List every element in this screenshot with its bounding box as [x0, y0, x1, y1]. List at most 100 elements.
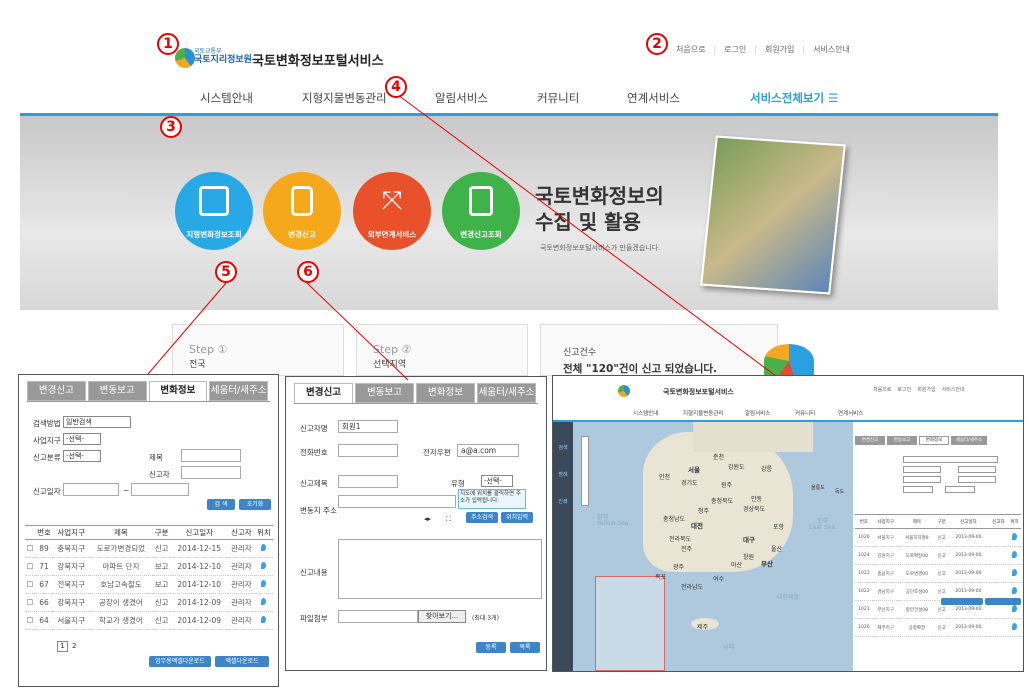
list-button[interactable]: 목록 — [510, 642, 540, 653]
excel-download-button[interactable] — [941, 598, 983, 605]
input-phone[interactable] — [338, 444, 398, 457]
expand-icon[interactable]: ⛶ — [446, 515, 451, 524]
input-date-to[interactable] — [945, 486, 975, 493]
tab-change-notice[interactable]: 변동보고 — [887, 436, 917, 445]
logo-icon[interactable] — [618, 385, 630, 397]
input-reporter-name[interactable]: 회원1 — [338, 420, 398, 433]
location-pin-icon[interactable] — [1012, 551, 1018, 558]
circle-report-query[interactable]: 변경신고조회 — [442, 172, 520, 250]
table-row[interactable]: ☐ 66 강북지구 공장이 생겼어 신고 2014-12-09 관리자 — [25, 593, 273, 612]
util-home-link[interactable]: 처음으로 — [873, 386, 891, 393]
location-pin-icon[interactable] — [1012, 533, 1018, 540]
circle-change-report[interactable]: 변경신고 — [263, 172, 341, 250]
location-pin-icon[interactable] — [261, 544, 267, 551]
tab-building-address[interactable]: 세움터/새주소 — [951, 436, 987, 445]
table-row[interactable]: ☐ 67 전북지구 호남고속철도 보고 2014-12-10 관리자 — [25, 575, 273, 594]
util-login-link[interactable]: 로그인 — [897, 386, 911, 393]
select-type[interactable]: -선택- — [481, 475, 513, 487]
table-row[interactable]: ☐ 89 충북지구 도로가변경되었 신고 2014-12-15 관리자 — [25, 539, 273, 558]
nav-community[interactable]: 커뮤니티 — [795, 409, 815, 417]
input-reporter[interactable] — [958, 476, 996, 483]
tab-change-notice[interactable]: 변동보고 — [87, 381, 147, 401]
nav-change-mgmt[interactable]: 지형지물변동관리 — [683, 409, 723, 417]
page-2[interactable]: 2 — [72, 642, 76, 650]
input-email[interactable]: a@a.com — [457, 444, 519, 457]
tab-change-report[interactable]: 변경신고 — [27, 381, 86, 401]
reset-button[interactable]: 초기화 — [239, 499, 271, 510]
nav-change-mgmt[interactable]: 지형지물변동관리 — [302, 90, 387, 106]
register-button[interactable]: 등록 — [476, 642, 506, 653]
nav-link-service[interactable]: 연계서비스 — [838, 409, 863, 417]
tab-change-info[interactable]: 변화정보 — [416, 383, 475, 403]
excel-download-button-2[interactable] — [985, 598, 1021, 605]
nav-system[interactable]: 시스템안내 — [633, 409, 658, 417]
location-pin-icon[interactable] — [261, 598, 267, 605]
tab-change-notice[interactable]: 변동보고 — [355, 383, 414, 403]
select-report-type[interactable] — [958, 466, 996, 473]
logo-icon[interactable] — [175, 48, 195, 68]
nav-link-service[interactable]: 연계서비스 — [627, 90, 680, 106]
page-1[interactable]: 1 — [57, 641, 68, 652]
circle-terrain-query[interactable]: 지형변화정보조회 — [175, 172, 253, 250]
textarea-content[interactable] — [338, 539, 542, 599]
tab-change-report[interactable]: 변경신고 — [294, 383, 353, 403]
util-home-link[interactable]: 처음으로 — [676, 44, 705, 55]
tab-change-info[interactable]: 변화정보 — [148, 381, 208, 401]
circle-external-service[interactable]: ⤧ 외부연계서비스 — [353, 172, 431, 250]
address-search-button[interactable]: 주소검색 — [466, 512, 498, 523]
location-pin-icon[interactable] — [261, 562, 267, 569]
select-report-type[interactable]: -선택- — [63, 450, 101, 462]
search-tool[interactable]: 검색 — [553, 444, 573, 451]
table-row[interactable]: 1023 충남지구 도로변경00 신고 2013-09-00 — [855, 564, 1021, 583]
nav-community[interactable]: 커뮤니티 — [537, 90, 579, 106]
location-pin-icon[interactable] — [1012, 569, 1018, 576]
search-button[interactable]: 검 색 — [207, 499, 235, 510]
input-file-path[interactable] — [338, 610, 418, 623]
location-pin-icon[interactable] — [261, 616, 267, 623]
map-toggle-icon[interactable]: ◂▸ — [424, 515, 431, 523]
overview-map[interactable] — [595, 576, 665, 671]
util-join-link[interactable]: 회원가입 — [754, 44, 794, 55]
tab-change-report[interactable]: 변경신고 — [855, 436, 885, 445]
browse-button[interactable]: 찾아보기... — [418, 610, 466, 623]
select-district[interactable]: -선택- — [63, 433, 101, 445]
nav-all-services[interactable]: 서비스전체보기 ☰ — [750, 90, 838, 106]
util-join-link[interactable]: 회원가입 — [917, 386, 935, 393]
excel-download-button[interactable]: 엑셀다운로드 — [215, 656, 269, 667]
input-reporter[interactable] — [181, 466, 241, 479]
location-pin-icon[interactable] — [261, 580, 267, 587]
util-guide-link[interactable]: 서비스안내 — [942, 386, 965, 393]
table-row[interactable]: ☐ 64 서울지구 학교가 생겼어 신고 2014-12-09 관리자 — [25, 611, 273, 630]
table-row[interactable]: 1020 제주지구 공항확장 신고 2013-09-00 — [855, 618, 1021, 637]
print-tool[interactable]: 인쇄 — [553, 498, 573, 505]
location-pin-icon[interactable] — [1012, 605, 1018, 612]
input-title[interactable] — [903, 476, 941, 483]
tab-change-info[interactable]: 변화정보 — [919, 436, 949, 445]
location-input-button[interactable]: 위치입력 — [501, 512, 533, 523]
table-row[interactable]: 1024 강원지구 도로확장00 신고 2013-09-00 — [855, 546, 1021, 565]
location-pin-icon[interactable] — [1012, 623, 1018, 630]
input-report-title[interactable] — [338, 475, 398, 488]
select-search-method[interactable]: 일반검색 — [63, 416, 131, 428]
logo-text[interactable]: 국토교통부 국토지리정보원 — [194, 48, 252, 65]
work-excel-download-button[interactable]: 업무용엑셀다운로드 — [149, 656, 211, 667]
tab-building-address[interactable]: 세움터/새주소 — [477, 383, 536, 403]
legend-tool[interactable]: 범례 — [553, 471, 573, 478]
select-search-method[interactable] — [903, 456, 998, 463]
zoom-slider[interactable] — [581, 436, 589, 506]
util-guide-link[interactable]: 서비스안내 — [802, 44, 850, 55]
select-district[interactable] — [903, 466, 941, 473]
util-login-link[interactable]: 로그인 — [713, 44, 746, 55]
location-pin-icon[interactable] — [1012, 587, 1018, 594]
table-row[interactable]: ☐ 71 강북지구 아파트 단지 보고 2014-12-10 관리자 — [25, 557, 273, 576]
input-date-to[interactable] — [131, 483, 189, 496]
nav-system[interactable]: 시스템안내 — [200, 90, 253, 106]
nav-notice[interactable]: 알림서비스 — [745, 409, 770, 417]
table-row[interactable]: 1026 서울지구 서울지하철9 신고 2013-09-00 — [855, 528, 1021, 547]
map-view[interactable]: 서울 강원도 강릉 경기도 인천 충청북도 청주 대전 충청남도 전주 전라북도… — [573, 422, 853, 671]
input-date-from[interactable] — [63, 483, 119, 496]
nav-notice[interactable]: 알림서비스 — [435, 90, 488, 106]
tab-building-address[interactable]: 세움터/새주소 — [209, 381, 268, 401]
input-title[interactable] — [181, 449, 241, 462]
input-address[interactable] — [338, 495, 456, 508]
